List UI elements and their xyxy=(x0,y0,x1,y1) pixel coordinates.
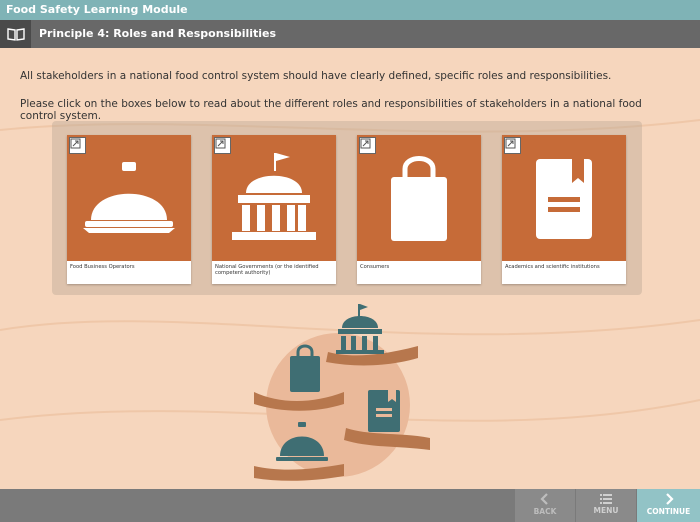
menu-label: MENU xyxy=(593,506,619,515)
footer-bar: BACK MENU CONTINUE xyxy=(0,489,700,522)
continue-button[interactable]: CONTINUE xyxy=(637,489,700,522)
expand-icon xyxy=(359,137,376,154)
page-title: Principle 4: Roles and Responsibilities xyxy=(39,27,277,40)
card-label: National Governments (or the identified … xyxy=(215,264,319,276)
card-academics[interactable]: Academics and scientific institutions xyxy=(502,135,626,284)
card-consumers[interactable]: Consumers xyxy=(357,135,481,284)
card-label: Academics and scientific institutions xyxy=(505,264,600,270)
header-bar: Principle 4: Roles and Responsibilities xyxy=(0,20,700,48)
expand-icon xyxy=(504,137,521,154)
intro-line-2: Please click on the boxes below to read … xyxy=(20,98,642,122)
app-title: Food Safety Learning Module xyxy=(0,0,700,20)
card-label: Food Business Operators xyxy=(70,264,135,270)
chevron-left-icon xyxy=(540,493,548,505)
card-food-business-operators[interactable]: Food Business Operators xyxy=(67,135,191,284)
expand-icon xyxy=(69,137,86,154)
card-image xyxy=(502,135,626,261)
continue-label: CONTINUE xyxy=(646,507,691,516)
card-image xyxy=(67,135,191,261)
menu-button[interactable]: MENU xyxy=(576,489,636,522)
intro-line-1: All stakeholders in a national food cont… xyxy=(20,70,612,82)
menu-list-icon xyxy=(600,494,612,504)
resources-button[interactable] xyxy=(0,20,31,48)
card-image xyxy=(212,135,336,261)
chevron-right-icon xyxy=(665,493,674,505)
card-label: Consumers xyxy=(360,264,390,270)
card-image xyxy=(357,135,481,261)
book-small-icon xyxy=(368,390,400,432)
stakeholders-illustration xyxy=(254,304,430,481)
book-open-icon xyxy=(6,27,25,41)
app-window: Food Safety Learning Module Principle 4:… xyxy=(0,0,700,522)
card-national-governments[interactable]: National Governments (or the identified … xyxy=(212,135,336,284)
back-button[interactable]: BACK xyxy=(515,489,575,522)
back-label: BACK xyxy=(533,507,557,516)
expand-icon xyxy=(214,137,231,154)
